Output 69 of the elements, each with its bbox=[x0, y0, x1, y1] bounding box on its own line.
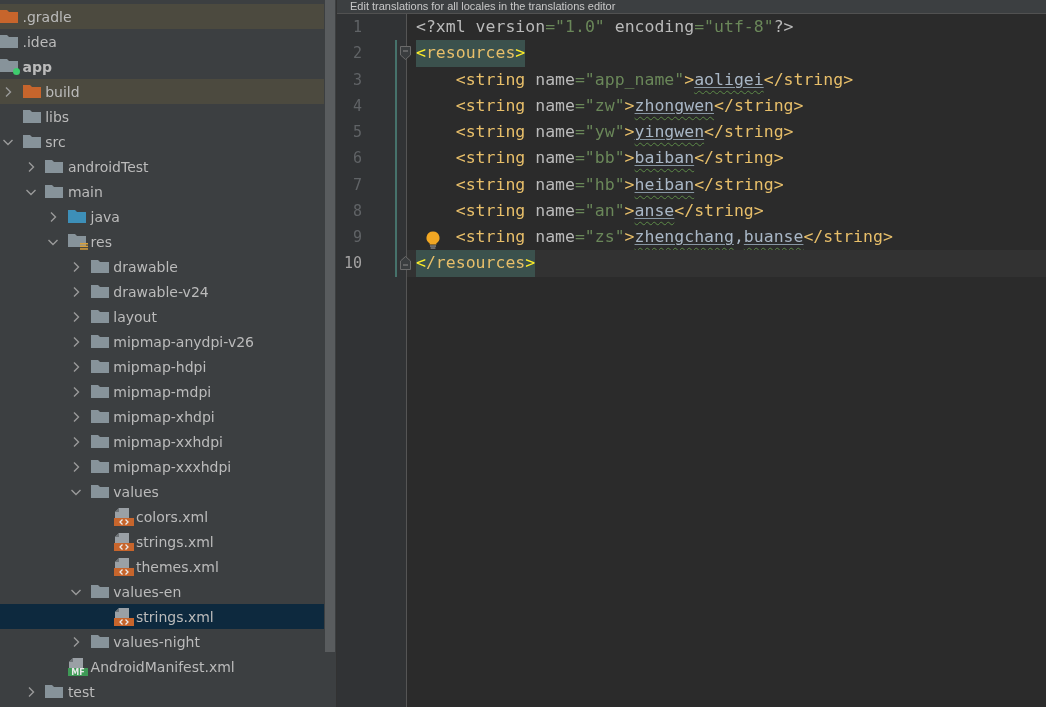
tree-item[interactable]: java bbox=[0, 204, 324, 229]
folder-icon bbox=[22, 135, 41, 148]
tree-item[interactable]: mipmap-xhdpi bbox=[0, 404, 324, 429]
banner-text: Edit translations for all locales in the translations editor bbox=[350, 0, 616, 13]
folder-icon bbox=[68, 210, 87, 223]
code-line: <string name="yw">yingwen</string> bbox=[455, 121, 794, 143]
code-line: <string name="app_name">aoligei</string> bbox=[455, 68, 854, 91]
folder-icon bbox=[22, 85, 41, 98]
folder-icon bbox=[45, 160, 64, 173]
folder-icon bbox=[90, 585, 109, 598]
folder-icon bbox=[0, 35, 18, 48]
tree-item[interactable]: test bbox=[0, 679, 324, 704]
tree-item[interactable]: drawable bbox=[0, 254, 324, 279]
code-line: <string name="zs">zhengchang,buanse</string> bbox=[455, 226, 893, 248]
code-line: <?xml version="1.0" encoding="utf-8"?> bbox=[416, 16, 794, 38]
fold-marker-icon[interactable] bbox=[400, 46, 411, 61]
xml-file-icon bbox=[113, 607, 134, 626]
tree-item[interactable]: res bbox=[0, 229, 324, 254]
tree-item[interactable]: mipmap-anydpi-v26 bbox=[0, 329, 324, 354]
tree-item[interactable]: strings.xml bbox=[0, 604, 324, 629]
tree-item[interactable]: values-en bbox=[0, 579, 324, 604]
folder-icon bbox=[90, 385, 109, 398]
folder-icon bbox=[90, 310, 109, 323]
tree-item[interactable]: values-night bbox=[0, 629, 324, 654]
code-line: <string name="bb">baiban</string> bbox=[455, 147, 784, 170]
tree-item[interactable]: app bbox=[0, 54, 324, 79]
tree-item[interactable]: layout bbox=[0, 304, 324, 329]
folder-icon bbox=[90, 635, 109, 648]
tree-item[interactable]: androidTest bbox=[0, 154, 324, 179]
tree-item[interactable]: strings.xml bbox=[0, 529, 324, 554]
folder-icon bbox=[90, 285, 109, 298]
xml-file-icon bbox=[113, 557, 134, 576]
tree-item[interactable]: main bbox=[0, 179, 324, 204]
tree-item[interactable]: libs bbox=[0, 104, 324, 129]
tree-item[interactable]: build bbox=[0, 79, 324, 104]
code-line: <string name="zw">zhongwen</string> bbox=[455, 94, 804, 117]
tree-item[interactable]: drawable-v24 bbox=[0, 279, 324, 304]
folder-icon bbox=[22, 110, 41, 123]
folder-icon bbox=[90, 485, 109, 498]
tree-item[interactable]: MF AndroidManifest.xml bbox=[0, 654, 324, 679]
line-number: 10 bbox=[342, 253, 362, 275]
tree-item[interactable]: src bbox=[0, 129, 324, 154]
folder-icon bbox=[90, 260, 109, 273]
code-line: <string name="an">anse</string> bbox=[455, 199, 764, 222]
lightbulb-icon[interactable] bbox=[426, 231, 440, 249]
folder-icon bbox=[90, 435, 109, 448]
folder-icon bbox=[68, 233, 89, 250]
xml-file-icon bbox=[113, 507, 134, 526]
xml-file-icon bbox=[113, 532, 134, 551]
folder-icon bbox=[90, 460, 109, 473]
fold-marker-icon[interactable] bbox=[400, 256, 411, 271]
folder-icon bbox=[90, 410, 109, 423]
tree-item[interactable]: .gradle bbox=[0, 4, 324, 29]
folder-icon bbox=[0, 58, 20, 75]
tree-item[interactable]: .idea bbox=[0, 29, 324, 54]
folder-icon bbox=[90, 335, 109, 348]
tree-item[interactable]: values bbox=[0, 479, 324, 504]
tree-item[interactable]: mipmap-xxxhdpi bbox=[0, 454, 324, 479]
folder-icon bbox=[45, 185, 64, 198]
folder-icon bbox=[90, 360, 109, 373]
tree-item[interactable]: mipmap-mdpi bbox=[0, 379, 324, 404]
tree-item[interactable]: mipmap-xxhdpi bbox=[0, 429, 324, 454]
folder-icon bbox=[45, 685, 64, 698]
scrollbar-thumb[interactable] bbox=[325, 0, 335, 652]
tree-item[interactable]: mipmap-hdpi bbox=[0, 354, 324, 379]
tree-item[interactable]: themes.xml bbox=[0, 554, 324, 579]
folder-icon bbox=[0, 10, 18, 23]
tree-item[interactable]: colors.xml bbox=[0, 504, 324, 529]
code-line: <string name="hb">heiban</string> bbox=[455, 173, 784, 196]
